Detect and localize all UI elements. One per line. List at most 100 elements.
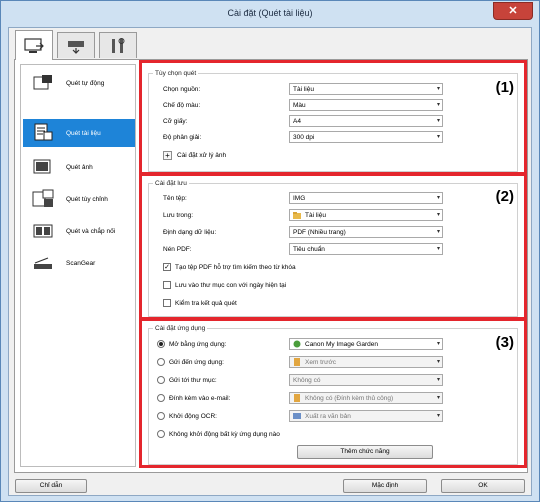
stitch-scan-icon bbox=[28, 220, 58, 242]
chevron-down-icon: ▾ bbox=[436, 195, 440, 201]
open-app-select[interactable]: Canon My Image Garden ▾ bbox=[289, 338, 443, 350]
open-app-radio[interactable] bbox=[157, 340, 165, 348]
source-value: Tài liệu bbox=[293, 85, 314, 93]
email-row[interactable]: Đính kèm vào e-mail: bbox=[157, 392, 230, 404]
send-folder-value: Không có bbox=[293, 376, 321, 384]
color-mode-select[interactable]: Màu ▾ bbox=[289, 99, 443, 111]
source-select[interactable]: Tài liệu ▾ bbox=[289, 83, 443, 95]
email-radio[interactable] bbox=[157, 394, 165, 402]
ocr-value: Xuất ra văn bản bbox=[305, 412, 351, 420]
sidebar-item-auto-scan[interactable]: Quét tự động bbox=[23, 69, 135, 97]
send-folder-select[interactable]: Không có ▾ bbox=[289, 374, 443, 386]
no-app-row[interactable]: Không khởi động bất kỳ ứng dụng nào bbox=[157, 428, 280, 440]
chevron-down-icon: ▾ bbox=[436, 118, 440, 124]
searchable-pdf-checkbox[interactable]: ✓ bbox=[163, 263, 171, 271]
add-function-button[interactable]: Thêm chức năng bbox=[297, 445, 433, 459]
tab-scan-from-computer[interactable] bbox=[15, 30, 53, 60]
custom-scan-icon bbox=[28, 188, 58, 210]
defaults-button[interactable]: Mặc định bbox=[343, 479, 427, 493]
color-mode-label: Chế độ màu: bbox=[163, 101, 201, 109]
scan-options-group: Tùy chọn quét Chọn nguồn: Tài liệu ▾ Chế … bbox=[148, 70, 518, 172]
chevron-down-icon: ▾ bbox=[436, 395, 440, 401]
sidebar-item-custom-scan[interactable]: Quét tùy chỉnh bbox=[23, 185, 135, 213]
close-button[interactable]: ✕ bbox=[493, 2, 533, 20]
app-settings-group: Cài đặt ứng dụng Mở bằng ứng dụng: Canon… bbox=[148, 325, 518, 465]
tab-panel: Quét tự động Quét tài liệu Quét ảnh Quét… bbox=[14, 59, 528, 473]
check-results-label: Kiểm tra kết quả quét bbox=[175, 299, 237, 307]
sidebar-item-scangear[interactable]: ScanGear bbox=[23, 249, 135, 277]
chevron-down-icon: ▾ bbox=[436, 359, 440, 365]
save-in-select[interactable]: Tài liệu ▾ bbox=[289, 209, 443, 221]
ocr-row[interactable]: Khởi động OCR: bbox=[157, 410, 217, 422]
send-app-row[interactable]: Gửi đến ứng dụng: bbox=[157, 356, 224, 368]
check-results-row[interactable]: Kiểm tra kết quả quét bbox=[163, 297, 237, 309]
paper-size-label: Cỡ giấy: bbox=[163, 117, 188, 125]
send-app-value: Xem trước bbox=[305, 358, 337, 366]
paper-size-select[interactable]: A4 ▾ bbox=[289, 115, 443, 127]
send-folder-label: Gửi tới thư mục: bbox=[169, 376, 217, 384]
instructions-button[interactable]: Chỉ dẫn bbox=[15, 479, 87, 493]
sidebar-item-label: Quét ảnh bbox=[66, 163, 93, 171]
tab-general-settings[interactable] bbox=[99, 32, 137, 58]
group-title: Tùy chọn quét bbox=[153, 70, 199, 77]
filename-combobox[interactable]: IMG ▾ bbox=[289, 192, 443, 204]
chevron-down-icon: ▾ bbox=[436, 86, 440, 92]
document-scan-icon bbox=[28, 122, 58, 144]
save-settings-group: Cài đặt lưu Tên tệp: IMG ▾ Lưu trong: Tài… bbox=[148, 180, 518, 317]
chevron-down-icon: ▾ bbox=[436, 102, 440, 108]
ocr-radio[interactable] bbox=[157, 412, 165, 420]
save-in-label: Lưu trong: bbox=[163, 211, 194, 219]
save-settings-section: (2) Cài đặt lưu Tên tệp: IMG ▾ Lưu trong:… bbox=[139, 173, 527, 320]
pdf-compression-select[interactable]: Tiêu chuẩn ▾ bbox=[289, 243, 443, 255]
send-app-select[interactable]: Xem trước ▾ bbox=[289, 356, 443, 368]
chevron-down-icon: ▾ bbox=[436, 246, 440, 252]
searchable-pdf-row[interactable]: ✓ Tạo tệp PDF hỗ trợ tìm kiếm theo từ kh… bbox=[163, 261, 296, 273]
paper-size-value: A4 bbox=[293, 117, 301, 125]
check-results-checkbox[interactable] bbox=[163, 299, 171, 307]
send-app-radio[interactable] bbox=[157, 358, 165, 366]
email-select[interactable]: Không có (Đính kèm thủ công) ▾ bbox=[289, 392, 443, 404]
subfolder-row[interactable]: Lưu vào thư mục con với ngày hiện tại bbox=[163, 279, 286, 291]
client-area: Quét tự động Quét tài liệu Quét ảnh Quét… bbox=[8, 27, 532, 496]
send-folder-radio[interactable] bbox=[157, 376, 165, 384]
close-icon: ✕ bbox=[508, 5, 518, 17]
ocr-select[interactable]: Xuất ra văn bản ▾ bbox=[289, 410, 443, 422]
tools-icon bbox=[112, 37, 125, 53]
expand-plus-icon[interactable]: + bbox=[163, 150, 172, 160]
source-label: Chọn nguồn: bbox=[163, 85, 201, 93]
data-format-select[interactable]: PDF (Nhiều trang) ▾ bbox=[289, 226, 443, 238]
open-app-row[interactable]: Mở bằng ứng dụng: bbox=[157, 338, 226, 350]
data-format-label: Định dạng dữ liệu: bbox=[163, 228, 217, 236]
chevron-down-icon: ▾ bbox=[436, 341, 440, 347]
send-folder-row[interactable]: Gửi tới thư mục: bbox=[157, 374, 217, 386]
subfolder-label: Lưu vào thư mục con với ngày hiện tại bbox=[175, 281, 287, 289]
image-processing-row[interactable]: + Cài đặt xử lý ảnh bbox=[163, 149, 226, 161]
ocr-label: Khởi động OCR: bbox=[169, 412, 217, 420]
auto-scan-icon bbox=[28, 72, 58, 94]
group-title: Cài đặt ứng dụng bbox=[153, 325, 208, 332]
subfolder-checkbox[interactable] bbox=[163, 281, 171, 289]
resolution-value: 300 dpi bbox=[293, 133, 315, 141]
text-output-icon bbox=[293, 413, 301, 419]
chevron-down-icon: ▾ bbox=[436, 229, 440, 235]
no-app-radio[interactable] bbox=[157, 430, 165, 438]
open-app-label: Mở bằng ứng dụng: bbox=[169, 340, 227, 348]
tab-scan-from-panel[interactable] bbox=[57, 32, 95, 58]
settings-window: Cài đặt (Quét tài liệu) ✕ Quét tự động Q… bbox=[0, 0, 540, 502]
sidebar-item-label: Quét tài liệu bbox=[66, 129, 101, 137]
email-label: Đính kèm vào e-mail: bbox=[169, 394, 231, 402]
scan-settings-icon bbox=[24, 37, 44, 53]
sidebar-item-document-scan[interactable]: Quét tài liệu bbox=[23, 119, 135, 147]
preview-app-icon bbox=[294, 358, 300, 366]
sidebar-item-stitch-scan[interactable]: Quét và chắp nối bbox=[23, 217, 135, 245]
sidebar-item-photo-scan[interactable]: Quét ảnh bbox=[23, 153, 135, 181]
resolution-select[interactable]: 300 dpi ▾ bbox=[289, 131, 443, 143]
sidebar-item-label: ScanGear bbox=[66, 259, 96, 267]
pdf-compression-label: Nén PDF: bbox=[163, 245, 192, 253]
scangear-icon bbox=[28, 252, 58, 274]
email-attach-icon bbox=[294, 394, 300, 402]
pdf-compression-value: Tiêu chuẩn bbox=[293, 245, 325, 253]
window-title: Cài đặt (Quét tài liệu) bbox=[227, 8, 313, 18]
searchable-pdf-label: Tạo tệp PDF hỗ trợ tìm kiếm theo từ khóa bbox=[175, 263, 296, 271]
ok-button[interactable]: OK bbox=[441, 479, 525, 493]
